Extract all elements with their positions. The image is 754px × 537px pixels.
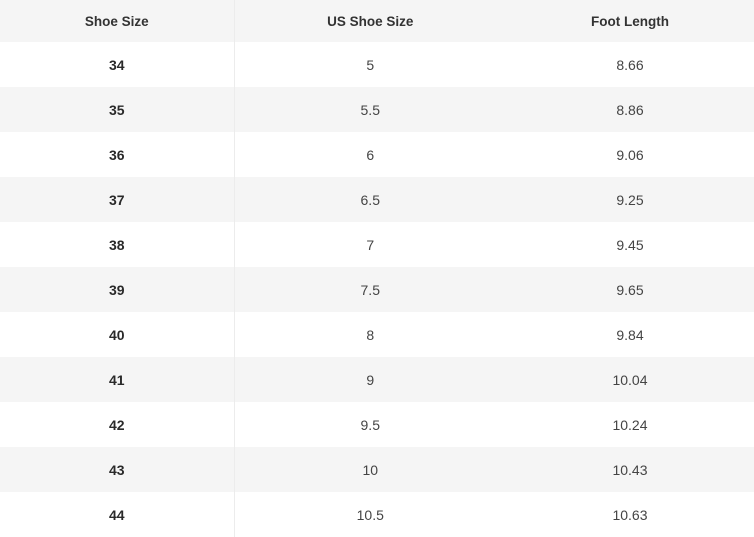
cell-foot-length: 9.65 — [616, 281, 644, 298]
table-row: 44 10.5 10.63 — [0, 492, 754, 537]
cell-foot-length: 10.43 — [612, 461, 648, 478]
cell-shoe-size: 36 — [0, 132, 235, 177]
header-row: Shoe Size US Shoe Size Foot Length — [0, 0, 754, 42]
table-body: 34 5 8.66 35 5.5 8.86 36 6 9.06 37 6.5 9… — [0, 42, 754, 537]
cell-shoe-size: 39 — [0, 267, 235, 312]
cell-us-shoe-size: 10 — [362, 461, 379, 478]
table-row: 43 10 10.43 — [0, 447, 754, 492]
cell-us-shoe-size: 9.5 — [360, 416, 380, 433]
cell-shoe-size: 40 — [0, 312, 235, 357]
cell-foot-length: 8.66 — [616, 56, 644, 73]
table-row: 34 5 8.66 — [0, 42, 754, 87]
cell-us-shoe-size: 6.5 — [360, 191, 380, 208]
table-row: 35 5.5 8.86 — [0, 87, 754, 132]
cell-shoe-size: 38 — [0, 222, 235, 267]
cell-foot-length: 9.25 — [616, 191, 644, 208]
cell-shoe-size: 42 — [0, 402, 235, 447]
cell-foot-length: 9.06 — [616, 146, 644, 163]
cell-foot-length: 9.84 — [616, 326, 644, 343]
cell-us-shoe-size: 6 — [366, 146, 375, 163]
table-header: Shoe Size US Shoe Size Foot Length — [0, 0, 754, 42]
cell-us-shoe-size: 7.5 — [360, 281, 380, 298]
cell-shoe-size: 35 — [0, 87, 235, 132]
cell-shoe-size: 43 — [0, 447, 235, 492]
table-row: 40 8 9.84 — [0, 312, 754, 357]
cell-us-shoe-size: 9 — [366, 371, 375, 388]
cell-foot-length: 10.63 — [612, 506, 648, 523]
table-row: 39 7.5 9.65 — [0, 267, 754, 312]
cell-us-shoe-size: 7 — [366, 236, 375, 253]
shoe-size-table: Shoe Size US Shoe Size Foot Length 34 5 … — [0, 0, 754, 537]
cell-foot-length: 10.04 — [612, 371, 648, 388]
cell-shoe-size: 44 — [0, 492, 235, 537]
cell-us-shoe-size: 5.5 — [360, 101, 380, 118]
table-row: 38 7 9.45 — [0, 222, 754, 267]
cell-us-shoe-size: 8 — [366, 326, 375, 343]
table-row: 36 6 9.06 — [0, 132, 754, 177]
cell-foot-length: 10.24 — [612, 416, 648, 433]
header-shoe-size: Shoe Size — [0, 0, 235, 42]
table-row: 41 9 10.04 — [0, 357, 754, 402]
cell-shoe-size: 34 — [0, 42, 235, 87]
header-foot-length: Foot Length — [591, 13, 669, 29]
cell-us-shoe-size: 5 — [366, 56, 375, 73]
header-us-shoe-size: US Shoe Size — [327, 13, 414, 29]
cell-shoe-size: 41 — [0, 357, 235, 402]
cell-shoe-size: 37 — [0, 177, 235, 222]
cell-foot-length: 9.45 — [616, 236, 644, 253]
cell-us-shoe-size: 10.5 — [356, 506, 384, 523]
cell-foot-length: 8.86 — [616, 101, 644, 118]
table-row: 42 9.5 10.24 — [0, 402, 754, 447]
table-row: 37 6.5 9.25 — [0, 177, 754, 222]
